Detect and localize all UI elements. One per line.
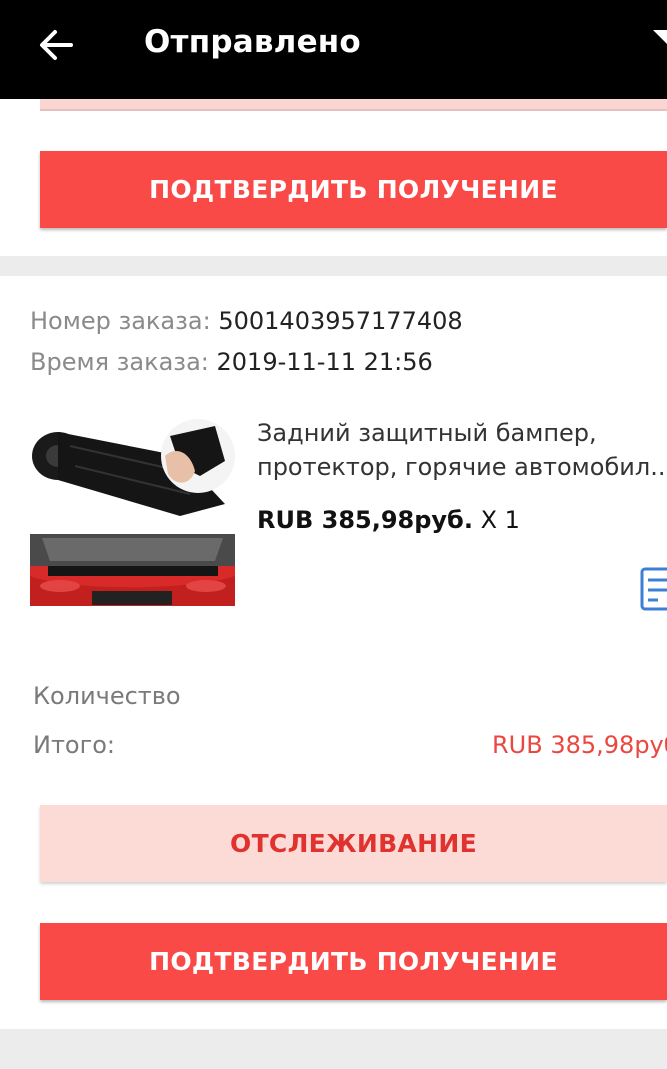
tracking-button[interactable]: ОТСЛЕЖИВАНИЕ bbox=[40, 805, 667, 882]
confirm-receipt-label: ПОДТВЕРДИТЬ ПОЛУЧЕНИЕ bbox=[149, 175, 558, 204]
product-qty: X 1 bbox=[480, 506, 520, 534]
document-icon[interactable] bbox=[640, 566, 667, 612]
product-title[interactable]: Задний защитный бампер, протектор, горяч… bbox=[257, 416, 667, 484]
order-number-value: 5001403957177408 bbox=[218, 307, 463, 335]
back-button[interactable] bbox=[32, 22, 80, 68]
arrow-left-icon bbox=[40, 30, 73, 60]
product-price-row: RUB 385,98руб. X 1 bbox=[257, 506, 520, 534]
total-value: RUB 385,98руб. bbox=[492, 731, 667, 759]
order-number-label: Номер заказа: bbox=[30, 307, 211, 335]
product-title-line1: Задний защитный бампер, bbox=[257, 419, 597, 447]
product-title-line2: протектор, горячие автомобил... bbox=[257, 453, 667, 481]
order-card: Номер заказа: 5001403957177408 Время зак… bbox=[0, 276, 667, 1029]
confirm-receipt-button[interactable]: ПОДТВЕРДИТЬ ПОЛУЧЕНИЕ bbox=[40, 151, 667, 228]
order-number-row: Номер заказа: 5001403957177408 bbox=[30, 307, 463, 335]
page-title: Отправлено bbox=[144, 24, 361, 60]
order-card-previous: ПОДТВЕРДИТЬ ПОЛУЧЕНИЕ bbox=[0, 99, 667, 256]
tracking-label: ОТСЛЕЖИВАНИЕ bbox=[230, 829, 477, 858]
caret-down-icon[interactable] bbox=[653, 30, 667, 44]
quantity-label: Количество bbox=[33, 682, 181, 710]
order-time-label: Время заказа: bbox=[30, 348, 209, 376]
order-time-value: 2019-11-11 21:56 bbox=[216, 348, 433, 376]
app-header: Отправлено bbox=[0, 0, 667, 99]
order-list-page: Отправлено ПОДТВЕРДИТЬ ПОЛУЧЕНИЕ Номер з… bbox=[0, 0, 667, 1069]
product-price: RUB 385,98руб. bbox=[257, 506, 473, 534]
order-time-row: Время заказа: 2019-11-11 21:56 bbox=[30, 348, 433, 376]
product-image[interactable] bbox=[30, 416, 235, 612]
confirm-receipt-button[interactable]: ПОДТВЕРДИТЬ ПОЛУЧЕНИЕ bbox=[40, 923, 667, 1000]
track-button-partial[interactable] bbox=[40, 99, 667, 111]
total-label: Итого: bbox=[33, 731, 115, 759]
confirm-receipt-label: ПОДТВЕРДИТЬ ПОЛУЧЕНИЕ bbox=[149, 947, 558, 976]
